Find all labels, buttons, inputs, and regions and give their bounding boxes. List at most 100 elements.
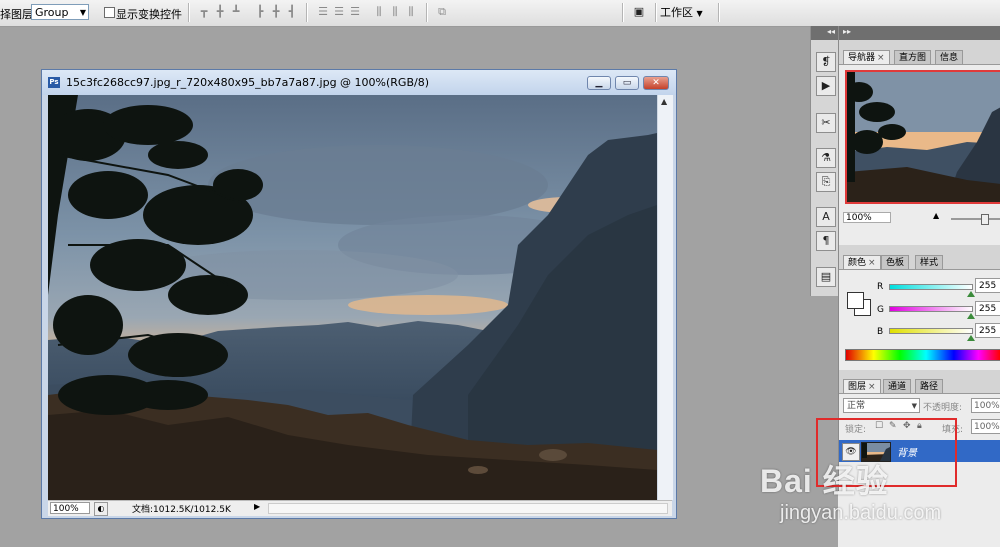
file-browser-icon[interactable]: ▣ <box>632 5 646 19</box>
channel-g-slider[interactable] <box>889 306 973 312</box>
separator <box>306 3 308 22</box>
document-status-bar: 100% ◐ 文档:1012.5K/1012.5K ▶ <box>48 500 672 516</box>
actions-panel-icon[interactable]: ▶ <box>816 76 836 96</box>
tab-styles[interactable]: 样式 <box>915 255 944 269</box>
character-panel-icon[interactable]: A <box>816 207 836 227</box>
layer-comps-icon[interactable]: ▤ <box>816 267 836 287</box>
document-title: 15c3fc268cc97.jpg_r_720x480x95_bb7a7a87.… <box>66 76 429 89</box>
align-bottom-icon[interactable]: ┻ <box>229 5 243 19</box>
color-spectrum-bar[interactable] <box>845 349 1000 361</box>
channel-g-knob[interactable] <box>967 313 975 319</box>
tool-presets-icon[interactable]: ✂ <box>816 113 836 133</box>
tab-info[interactable]: 信息 <box>935 50 964 64</box>
minimize-button[interactable]: ▁ <box>587 76 611 90</box>
document-window: Ps 15c3fc268cc97.jpg_r_720x480x95_bb7a7a… <box>41 69 677 519</box>
color-panel: R 255 G 255 B 255 <box>839 269 1000 370</box>
scroll-up-icon[interactable]: ▲ <box>661 97 667 106</box>
separator <box>426 3 428 22</box>
channel-b-slider[interactable] <box>889 328 973 334</box>
navigator-zoom-field[interactable]: 100% <box>843 212 891 223</box>
close-icon[interactable]: × <box>868 258 876 268</box>
distribute-left-icon[interactable]: ⫼ <box>372 5 386 19</box>
horizontal-scrollbar[interactable] <box>268 503 668 514</box>
auto-select-value: Group <box>35 6 69 19</box>
tab-histogram[interactable]: 直方图 <box>894 50 932 64</box>
blend-mode-dropdown[interactable]: 正常 ▼ <box>843 398 920 413</box>
auto-select-dropdown[interactable]: Group ▼ <box>31 4 89 20</box>
expand-arrows-icon[interactable]: ▸▸ <box>843 27 851 36</box>
dock-header[interactable]: ◂◂ <box>811 26 839 40</box>
align-hcenter-icon[interactable]: ╋ <box>269 5 283 19</box>
tab-layers[interactable]: 图层 × <box>843 379 881 393</box>
distribute-vcenter-icon[interactable]: ☰ <box>332 5 346 19</box>
chevron-down-icon: ▼ <box>696 9 703 18</box>
status-menu-arrow-icon[interactable]: ▶ <box>254 502 260 511</box>
zoom-slider-knob[interactable] <box>981 214 989 225</box>
tab-label: 颜色 <box>848 258 867 268</box>
zoom-field[interactable]: 100% <box>50 502 90 514</box>
collapse-arrows-icon[interactable]: ◂◂ <box>827 27 835 36</box>
blend-mode-value: 正常 <box>847 401 866 411</box>
auto-align-icon[interactable]: ⧉ <box>435 5 449 19</box>
channel-r-label: R <box>877 282 884 292</box>
separator <box>655 3 657 22</box>
workspace-button[interactable]: 工作区 ▼ <box>660 4 703 22</box>
align-left-icon[interactable]: ┣ <box>253 5 267 19</box>
status-info-icon[interactable]: ◐ <box>94 502 108 516</box>
landscape-photo <box>48 95 657 500</box>
foreground-color-swatch[interactable] <box>847 292 864 309</box>
show-transform-checkbox[interactable] <box>104 7 115 18</box>
image-canvas[interactable] <box>48 95 657 500</box>
tab-paths[interactable]: 路径 <box>915 379 944 393</box>
distribute-hcenter-icon[interactable]: ⫼ <box>388 5 402 19</box>
history-panel-icon[interactable]: ❡ <box>816 52 836 72</box>
tab-swatches[interactable]: 色板 <box>881 255 910 269</box>
lock-label: 锁定: <box>845 425 867 435</box>
lock-all-icon[interactable]: 🔒︎ <box>917 421 922 431</box>
channel-b-knob[interactable] <box>967 335 975 341</box>
clone-source-icon[interactable]: ⎘ <box>816 172 836 192</box>
tab-label: 导航器 <box>848 53 876 63</box>
close-icon[interactable]: × <box>877 53 885 63</box>
channel-b-value[interactable]: 255 <box>975 323 1000 338</box>
align-right-icon[interactable]: ┫ <box>285 5 299 19</box>
channel-g-value[interactable]: 255 <box>975 301 1000 316</box>
workspace-label: 工作区 <box>660 6 693 19</box>
maximize-button[interactable]: ▭ <box>615 76 639 90</box>
paragraph-panel-icon[interactable]: ¶ <box>816 231 836 251</box>
options-bar: 择图层 Group ▼ 显示变换控件 ┳ ╋ ┻ ┣ ╋ ┫ ☰ ☰ ☰ ⫼ ⫼… <box>0 0 1000 27</box>
align-vcenter-icon[interactable]: ╋ <box>213 5 227 19</box>
tab-color[interactable]: 颜色 × <box>843 255 881 269</box>
opacity-field[interactable]: 100% <box>971 398 1000 413</box>
layer-name: 背景 <box>897 448 917 459</box>
vertical-scrollbar[interactable]: ▲ <box>657 95 673 500</box>
zoom-out-icon[interactable]: ▲ <box>933 211 939 220</box>
distribute-right-icon[interactable]: ⫼ <box>404 5 418 19</box>
fill-field[interactable]: 100% <box>971 419 1000 434</box>
channel-r-knob[interactable] <box>967 291 975 297</box>
distribute-top-icon[interactable]: ☰ <box>316 5 330 19</box>
distribute-bottom-icon[interactable]: ☰ <box>348 5 362 19</box>
close-button[interactable]: ✕ <box>643 76 669 90</box>
align-top-icon[interactable]: ┳ <box>197 5 211 19</box>
separator <box>622 3 624 22</box>
channel-r-slider[interactable] <box>889 284 973 290</box>
navigator-tab-row: 导航器 × 直方图 信息 <box>839 47 1000 64</box>
lock-position-icon[interactable]: ✥ <box>903 421 911 431</box>
panel-dock-header[interactable]: ▸▸ <box>839 26 1000 40</box>
tab-navigator[interactable]: 导航器 × <box>843 50 890 64</box>
chevron-down-icon: ▼ <box>79 8 86 17</box>
close-icon[interactable]: × <box>868 382 876 392</box>
zoom-slider[interactable] <box>951 214 1000 225</box>
separator <box>718 3 720 22</box>
document-titlebar[interactable]: Ps 15c3fc268cc97.jpg_r_720x480x95_bb7a7a… <box>42 70 676 95</box>
fill-label: 填充: <box>942 425 964 435</box>
tab-channels[interactable]: 通道 <box>883 379 912 393</box>
channel-r-value[interactable]: 255 <box>975 278 1000 293</box>
tab-label: 图层 <box>848 382 867 392</box>
brushes-panel-icon[interactable]: ⚗ <box>816 148 836 168</box>
navigator-preview[interactable] <box>845 70 1000 204</box>
lock-transparency-icon[interactable]: ☐ <box>875 421 883 431</box>
navigator-thumbnail <box>847 72 1000 202</box>
lock-pixels-icon[interactable]: ✎ <box>889 421 897 431</box>
